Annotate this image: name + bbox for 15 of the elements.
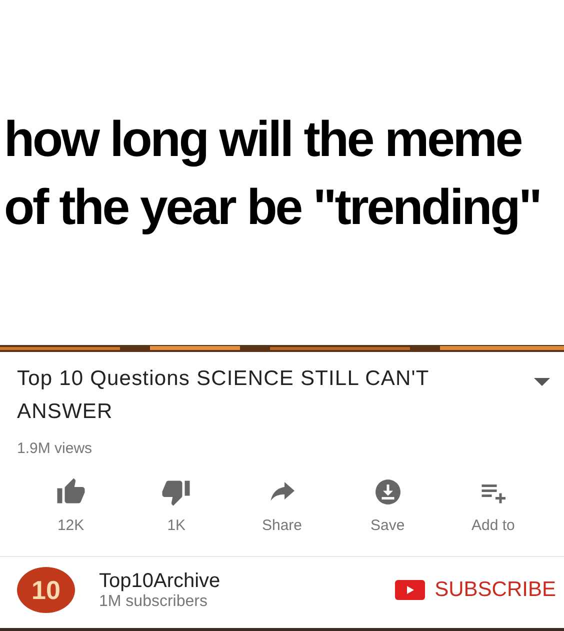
meme-caption: how long will the meme bbox=[4, 110, 522, 169]
save-button[interactable]: Save bbox=[342, 477, 433, 534]
play-logo-icon bbox=[394, 580, 425, 600]
channel-name: Top10Archive bbox=[99, 570, 222, 592]
subscriber-count: 1M subscribers bbox=[99, 592, 208, 610]
subscribe-button[interactable]: SUBSCRIBE bbox=[394, 578, 556, 602]
like-button[interactable]: 12K bbox=[26, 477, 116, 534]
view-count: 1.9M views bbox=[16, 439, 94, 457]
dropdown-caret-icon[interactable] bbox=[534, 376, 550, 386]
meme-caption: of the year be "trending" bbox=[4, 178, 540, 237]
dislike-button[interactable]: 1K bbox=[131, 477, 222, 534]
add-button[interactable]: Add to bbox=[448, 477, 538, 534]
channel-logo[interactable]: 10 bbox=[17, 567, 75, 613]
share-button[interactable]: Share bbox=[236, 477, 327, 534]
video-title: Top 10 Questions SCIENCE STILL CAN'T ANSWER bbox=[17, 366, 430, 425]
